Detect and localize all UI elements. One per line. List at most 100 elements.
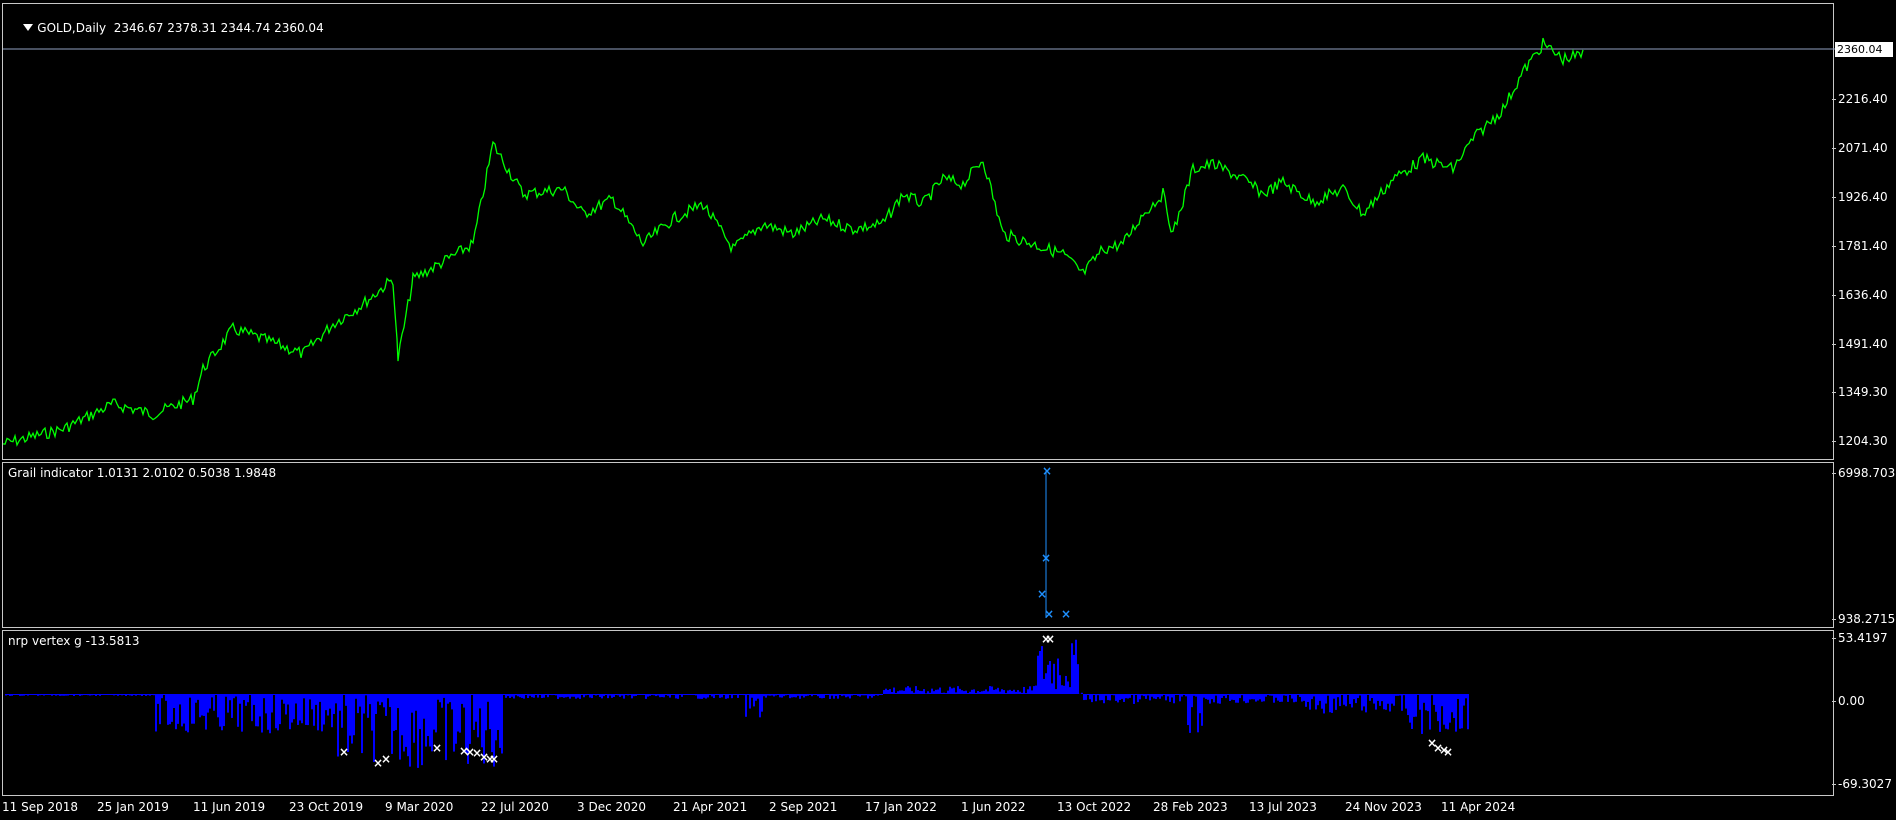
nrp-bar xyxy=(1227,694,1229,695)
nrp-bar xyxy=(1021,692,1023,694)
nrp-bar xyxy=(1053,663,1055,694)
grail-indicator-pane[interactable]: × × × × × Grail indicator 1.0131 2.0102 0.50… xyxy=(2,462,1834,628)
nrp-bar xyxy=(657,694,659,696)
nrp-bar xyxy=(283,694,285,704)
nrp-bar xyxy=(1007,690,1009,694)
nrp-bar xyxy=(373,694,375,763)
nrp-bar xyxy=(13,694,15,695)
nrp-bar xyxy=(1047,664,1049,694)
nrp-bar xyxy=(943,692,945,694)
nrp-bar xyxy=(929,692,931,694)
nrp-bar xyxy=(637,694,639,695)
nrp-bar xyxy=(1117,694,1119,703)
nrp-bar xyxy=(655,694,657,697)
nrp-bar xyxy=(973,689,975,694)
nrp-bar xyxy=(377,694,379,702)
nrp-bar xyxy=(1141,694,1143,696)
nrp-bar xyxy=(1465,694,1467,699)
nrp-bar xyxy=(1251,694,1253,700)
nrp-bar xyxy=(633,694,635,697)
nrp-bar xyxy=(669,694,671,698)
price-chart-pane[interactable]: GOLD,Daily 2346.67 2378.31 2344.74 2360.… xyxy=(2,3,1835,460)
nrp-bar xyxy=(869,694,871,697)
nrp-bar xyxy=(579,694,581,699)
nrp-bar xyxy=(133,694,135,696)
nrp-bar xyxy=(1391,694,1393,704)
nrp-bar xyxy=(17,694,19,695)
nrp-bar xyxy=(1455,694,1457,732)
nrp-bar xyxy=(459,694,461,733)
nrp-bar xyxy=(469,694,471,744)
nrp-vertex-pane[interactable]: × × × × × × × × × × × × × × × × nrp vertex g -13.5813 xyxy=(2,630,1834,796)
nrp-bar xyxy=(81,694,83,696)
nrp-bar xyxy=(805,694,807,697)
nrp-bar xyxy=(1177,694,1179,695)
nrp-bar xyxy=(1241,694,1243,696)
nrp-bar xyxy=(1413,694,1415,717)
nrp-bar xyxy=(355,694,357,699)
nrp-bar xyxy=(677,694,679,699)
nrp-bar xyxy=(761,694,763,712)
nrp-bar xyxy=(1207,694,1209,700)
nrp-bar xyxy=(1335,694,1337,710)
nrp-bar xyxy=(629,694,631,695)
nrp-bar xyxy=(1263,694,1265,702)
nrp-bar xyxy=(1049,661,1051,694)
nrp-bar xyxy=(849,694,851,699)
nrp-bar xyxy=(1317,694,1319,706)
nrp-bar xyxy=(575,694,577,699)
nrp-tick: -69.3027 xyxy=(1832,777,1892,791)
nrp-bar xyxy=(1119,694,1121,700)
nrp-bar xyxy=(215,694,217,695)
nrp-bar xyxy=(683,694,685,695)
nrp-bar xyxy=(709,694,711,695)
nrp-bar xyxy=(263,694,265,699)
nrp-bar xyxy=(27,694,29,696)
nrp-bar xyxy=(1201,694,1203,726)
nrp-bar xyxy=(1005,693,1007,694)
price-tick: 1349.30 xyxy=(1832,385,1888,399)
nrp-bar xyxy=(1407,694,1409,716)
nrp-bar xyxy=(195,694,197,703)
nrp-bar xyxy=(703,694,705,698)
nrp-bar xyxy=(563,694,565,698)
nrp-bar xyxy=(1281,694,1283,702)
nrp-bar xyxy=(29,694,31,695)
nrp-bar xyxy=(161,694,163,699)
nrp-bar xyxy=(665,694,667,695)
nrp-bar xyxy=(569,694,571,699)
nrp-bar xyxy=(303,694,305,699)
nrp-bar xyxy=(1325,694,1327,704)
grail-tick-top: 6998.7037 xyxy=(1832,466,1896,480)
nrp-bar xyxy=(477,694,479,738)
nrp-bar xyxy=(1403,694,1405,696)
price-tick: 1636.40 xyxy=(1832,288,1888,302)
nrp-bar xyxy=(1087,694,1089,695)
grail-marker: × xyxy=(1037,587,1047,601)
nrp-bar xyxy=(831,694,833,696)
nrp-bar xyxy=(691,694,693,695)
nrp-bar xyxy=(1061,685,1063,694)
nrp-bar xyxy=(985,689,987,694)
dropdown-triangle-icon[interactable] xyxy=(23,24,34,31)
nrp-bar xyxy=(391,694,393,754)
nrp-bar xyxy=(945,693,947,694)
nrp-bar xyxy=(965,690,967,694)
nrp-bar xyxy=(537,694,539,698)
nrp-bar xyxy=(681,694,683,697)
nrp-bar xyxy=(887,689,889,694)
nrp-bar xyxy=(539,694,541,695)
nrp-bar xyxy=(909,687,911,694)
nrp-bar xyxy=(593,694,595,695)
nrp-bar xyxy=(1039,650,1041,694)
nrp-bar xyxy=(839,694,841,695)
nrp-bar xyxy=(731,694,733,699)
nrp-bar xyxy=(129,694,131,696)
nrp-bar xyxy=(55,694,57,696)
nrp-bar xyxy=(367,694,369,718)
nrp-bar xyxy=(285,694,287,715)
nrp-bar xyxy=(933,691,935,694)
nrp-bar xyxy=(1101,694,1103,701)
nrp-bar xyxy=(61,694,63,696)
nrp-bar xyxy=(979,691,981,694)
